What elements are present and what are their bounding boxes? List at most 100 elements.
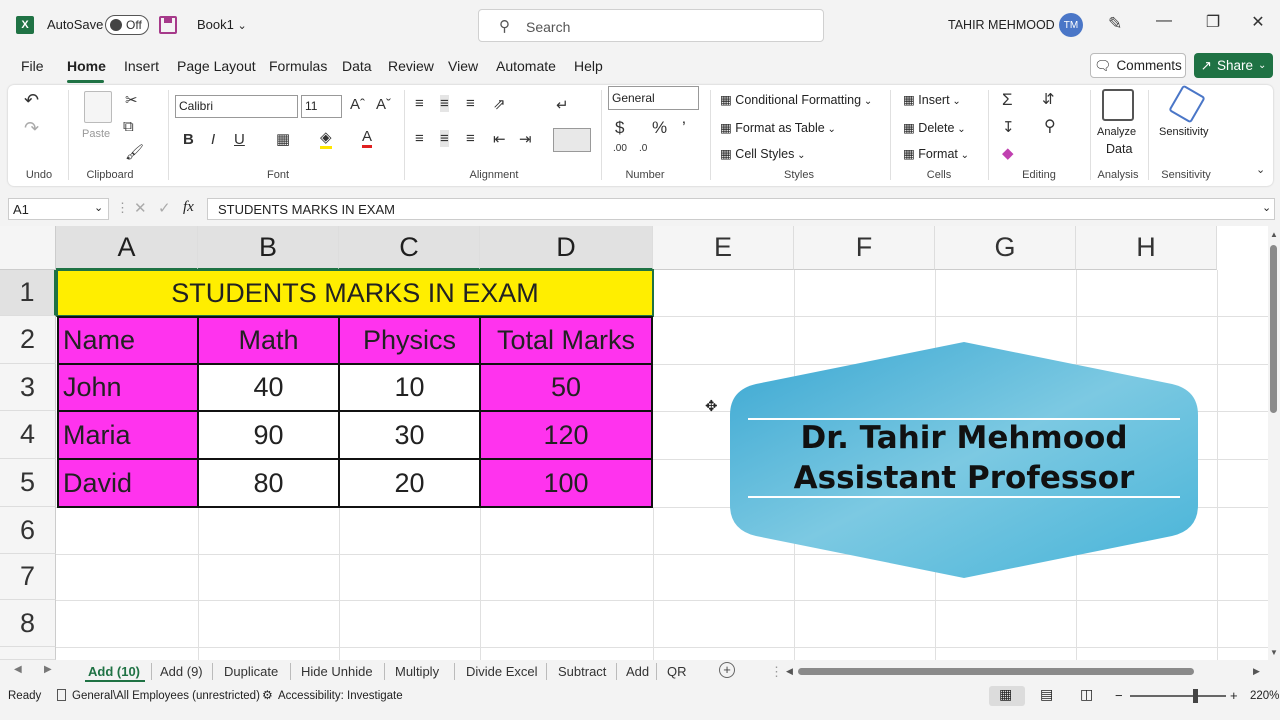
undo-icon[interactable]: ↶: [24, 90, 39, 111]
cell-b3[interactable]: 40: [197, 363, 340, 412]
redo-icon[interactable]: ↷: [24, 118, 39, 139]
minimize-button[interactable]: —: [1149, 12, 1179, 30]
format-cells-button[interactable]: ▦ Format: [903, 146, 969, 161]
sheet-tab-hide-unhide[interactable]: Hide Unhide: [301, 664, 373, 679]
avatar[interactable]: TM: [1059, 13, 1083, 37]
tab-automate[interactable]: Automate: [496, 58, 556, 74]
font-name-select[interactable]: Calibri: [175, 95, 298, 118]
analyze-data-label-1[interactable]: Analyze: [1097, 126, 1136, 138]
tab-page-layout[interactable]: Page Layout: [177, 58, 256, 74]
tab-data[interactable]: Data: [342, 58, 372, 74]
cell-a2-header[interactable]: Name: [57, 316, 199, 365]
column-header-e[interactable]: E: [653, 226, 794, 270]
accessibility-icon[interactable]: ⚙: [262, 688, 273, 702]
align-middle-icon[interactable]: ≡: [440, 95, 449, 112]
status-accessibility[interactable]: Accessibility: Investigate: [278, 690, 403, 702]
sheet-tab-qr[interactable]: QR: [667, 664, 687, 679]
workbook-title[interactable]: Book1 ⌄: [197, 17, 247, 32]
insert-cells-button[interactable]: ▦ Insert: [903, 92, 961, 107]
cell-c5[interactable]: 20: [338, 458, 481, 508]
paste-label[interactable]: Paste: [82, 128, 110, 140]
cell-b5[interactable]: 80: [197, 458, 340, 508]
cell-d5[interactable]: 100: [479, 458, 653, 508]
zoom-slider[interactable]: [1130, 695, 1226, 697]
paste-icon[interactable]: [84, 91, 112, 123]
chevron-down-icon[interactable]: ⌄: [94, 201, 103, 214]
autosave-toggle[interactable]: Off: [105, 15, 149, 35]
user-name[interactable]: TAHIR MEHMOOD: [948, 18, 1055, 32]
autosum-icon[interactable]: Σ: [1002, 90, 1013, 110]
zoom-slider-thumb[interactable]: [1193, 689, 1198, 703]
decrease-indent-icon[interactable]: ⇤: [493, 130, 506, 148]
cell-d2-header[interactable]: Total Marks: [479, 316, 653, 365]
row-header-6[interactable]: 6: [0, 507, 56, 554]
expand-formula-icon[interactable]: ⌄: [1262, 201, 1271, 214]
zoom-in-icon[interactable]: +: [1230, 688, 1238, 703]
row-header-4[interactable]: 4: [0, 411, 56, 459]
cell-a4[interactable]: Maria: [57, 410, 199, 460]
copy-icon[interactable]: ⧉: [123, 118, 134, 135]
column-header-f[interactable]: F: [794, 226, 935, 270]
percent-icon[interactable]: %: [652, 118, 667, 138]
page-layout-view-icon[interactable]: ▤: [1040, 686, 1053, 703]
delete-cells-button[interactable]: ▦ Delete: [903, 120, 966, 135]
tab-file[interactable]: File: [21, 58, 44, 74]
increase-decimal-icon[interactable]: .00: [613, 143, 627, 154]
sheet-tab-add-10[interactable]: Add (10): [88, 664, 140, 679]
tab-formulas[interactable]: Formulas: [269, 58, 327, 74]
sort-filter-icon[interactable]: ⇵: [1042, 90, 1055, 108]
sheet-tab-duplicate[interactable]: Duplicate: [224, 664, 278, 679]
column-header-h[interactable]: H: [1076, 226, 1217, 270]
select-all-corner[interactable]: [0, 226, 56, 270]
row-header-2[interactable]: 2: [0, 316, 56, 364]
next-sheet-icon[interactable]: ▶: [44, 664, 52, 675]
cell-d4[interactable]: 120: [479, 410, 653, 460]
cut-icon[interactable]: ✂: [125, 91, 138, 109]
fill-icon[interactable]: ↧: [1002, 118, 1015, 136]
column-header-g[interactable]: G: [935, 226, 1076, 270]
row-header-5[interactable]: 5: [0, 459, 56, 507]
scroll-down-icon[interactable]: ▼: [1270, 648, 1278, 657]
restore-button[interactable]: ❐: [1198, 12, 1228, 32]
format-as-table-button[interactable]: ▦ Format as Table: [720, 120, 836, 135]
column-header-d[interactable]: D: [480, 226, 653, 270]
save-icon[interactable]: [159, 16, 177, 34]
row-header-8[interactable]: 8: [0, 600, 56, 647]
collapse-ribbon-icon[interactable]: ⌄: [1256, 163, 1265, 176]
cell-c4[interactable]: 30: [338, 410, 481, 460]
sheet-tab-multiply[interactable]: Multiply: [395, 664, 439, 679]
pen-icon[interactable]: ✎: [1108, 14, 1122, 34]
scroll-up-icon[interactable]: ▲: [1270, 230, 1278, 239]
row-header-7[interactable]: 7: [0, 554, 56, 600]
row-header-9[interactable]: [0, 647, 56, 660]
font-size-select[interactable]: 11: [301, 95, 342, 118]
sensitivity-button[interactable]: Sensitivity: [1159, 126, 1209, 138]
font-color-icon[interactable]: A: [362, 128, 373, 148]
conditional-formatting-button[interactable]: ▦ Conditional Formatting: [720, 92, 872, 107]
insert-function-icon[interactable]: fx: [183, 199, 194, 216]
cell-d3[interactable]: 50: [479, 363, 653, 412]
horizontal-scroll-thumb[interactable]: [798, 668, 1194, 675]
cell-b4[interactable]: 90: [197, 410, 340, 460]
analyze-data-icon[interactable]: [1102, 89, 1134, 121]
page-break-view-icon[interactable]: ◫: [1080, 686, 1093, 703]
row-header-3[interactable]: 3: [0, 364, 56, 411]
format-painter-icon[interactable]: 🖌: [125, 143, 144, 161]
cell-b2-header[interactable]: Math: [197, 316, 340, 365]
cell-c3[interactable]: 10: [338, 363, 481, 412]
row-header-1[interactable]: 1: [0, 270, 56, 316]
search-box[interactable]: ⚲ Search: [478, 9, 824, 42]
analyze-data-label-2[interactable]: Data: [1106, 142, 1132, 156]
tab-help[interactable]: Help: [574, 58, 603, 74]
add-sheet-icon[interactable]: +: [719, 662, 735, 678]
cancel-icon[interactable]: ✕: [134, 199, 147, 217]
align-center-icon[interactable]: ≡: [440, 130, 449, 147]
align-right-icon[interactable]: ≡: [466, 130, 475, 147]
sensitivity-label-icon[interactable]: [57, 689, 66, 701]
merge-center-icon[interactable]: [553, 128, 591, 152]
bold-icon[interactable]: B: [183, 131, 194, 148]
formula-input[interactable]: STUDENTS MARKS IN EXAM: [207, 198, 1275, 220]
cell-styles-button[interactable]: ▦ Cell Styles: [720, 146, 806, 161]
zoom-level[interactable]: 220%: [1250, 690, 1279, 702]
underline-icon[interactable]: U: [234, 131, 245, 148]
